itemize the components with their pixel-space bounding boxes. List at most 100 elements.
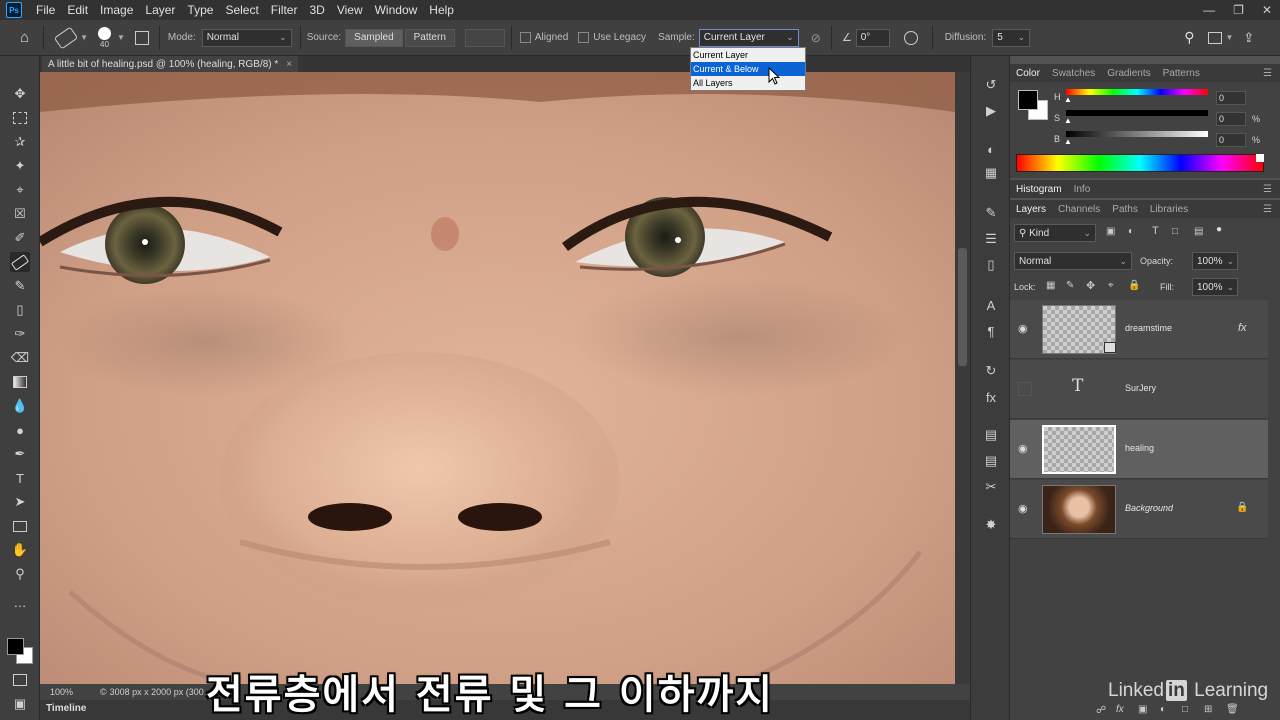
rectangle-tool-icon[interactable] — [10, 516, 30, 536]
notes-icon[interactable]: ▤ — [981, 452, 1001, 470]
frame-tool-icon[interactable]: ☒ — [10, 204, 30, 224]
hue-slider[interactable] — [1066, 89, 1208, 95]
tab-patterns[interactable]: Patterns — [1157, 68, 1206, 79]
share-icon[interactable]: ⇪ — [1243, 30, 1254, 46]
filter-pixel-icon[interactable]: ▣ — [1106, 226, 1115, 237]
brush-tool-icon[interactable]: ✎ — [10, 276, 30, 296]
menu-type[interactable]: Type — [181, 3, 219, 17]
styles-icon[interactable]: ▦ — [981, 164, 1001, 182]
lock-image-icon[interactable]: ✎ — [1066, 280, 1074, 291]
document-size[interactable]: 3008 px x 2000 px (300 — [110, 687, 204, 697]
healing-brush-icon[interactable] — [53, 26, 79, 49]
tab-paths[interactable]: Paths — [1106, 204, 1144, 215]
lasso-tool-icon[interactable]: ✰ — [10, 132, 30, 152]
lock-transparent-icon[interactable]: ▦ — [1046, 280, 1055, 291]
document-canvas[interactable] — [40, 72, 955, 684]
type-tool-icon[interactable]: T — [10, 468, 30, 488]
panel-menu-icon[interactable]: ☰ — [1263, 184, 1272, 195]
sample-select[interactable]: Current Layer ⌄ — [698, 28, 799, 47]
blend-mode-select[interactable]: Normal ⌄ — [1014, 252, 1132, 270]
brightness-slider[interactable] — [1066, 131, 1208, 137]
menu-edit[interactable]: Edit — [61, 3, 94, 17]
tab-gradients[interactable]: Gradients — [1101, 68, 1156, 79]
layer-name[interactable]: Background — [1125, 503, 1173, 513]
tab-swatches[interactable]: Swatches — [1046, 68, 1101, 79]
opacity-input[interactable]: 100% ⌄ — [1192, 252, 1238, 270]
eyedropper-tool-icon[interactable]: ✐ — [10, 228, 30, 248]
saturation-slider[interactable] — [1066, 110, 1208, 116]
scrollbar-thumb[interactable] — [958, 248, 967, 366]
home-icon[interactable]: ⌂ — [20, 29, 29, 46]
ignore-adjustment-layers-icon[interactable]: ⊘ — [811, 31, 821, 45]
lock-position-icon[interactable]: ✥ — [1086, 279, 1095, 292]
tab-libraries[interactable]: Libraries — [1144, 204, 1194, 215]
menu-help[interactable]: Help — [423, 3, 460, 17]
menu-file[interactable]: File — [30, 3, 61, 17]
add-mask-icon[interactable]: ▣ — [1138, 704, 1147, 715]
filter-adjustment-icon[interactable]: ◐ — [1128, 226, 1134, 237]
panel-menu-icon[interactable]: ☰ — [1263, 68, 1272, 79]
pen-tool-icon[interactable]: ✒ — [10, 444, 30, 464]
workspace-icon[interactable] — [1208, 31, 1223, 44]
slider-handle-icon[interactable]: ▲ — [1064, 95, 1072, 104]
layer-name[interactable]: SurJery — [1125, 383, 1156, 393]
clone-source-icon[interactable]: ▯ — [981, 256, 1001, 274]
restore-icon[interactable]: ❐ — [1233, 3, 1244, 17]
close-icon[interactable]: ✕ — [1262, 3, 1272, 17]
tab-channels[interactable]: Channels — [1052, 204, 1106, 215]
close-tab-icon[interactable]: × — [286, 59, 292, 70]
brightness-value[interactable]: 0 — [1216, 133, 1246, 147]
adjustment-layer-icon[interactable]: ◐ — [1160, 704, 1166, 715]
tab-color[interactable]: Color — [1010, 68, 1046, 79]
link-layers-icon[interactable]: ☍ — [1096, 705, 1106, 716]
chevron-down-icon[interactable]: ▼ — [117, 33, 125, 42]
menu-view[interactable]: View — [331, 3, 369, 17]
sampled-button[interactable]: Sampled — [345, 28, 403, 47]
layer-name[interactable]: healing — [1125, 443, 1154, 453]
vertical-scrollbar[interactable] — [955, 72, 970, 684]
foreground-color-swatch[interactable] — [7, 638, 24, 655]
pressure-size-icon[interactable] — [903, 30, 918, 45]
history-brush-tool-icon[interactable]: ✑ — [10, 324, 30, 344]
aligned-checkbox[interactable]: Aligned — [519, 32, 568, 43]
gradient-tool-icon[interactable] — [10, 372, 30, 392]
sample-option-all-layers[interactable]: All Layers — [691, 76, 805, 90]
quick-mask-icon[interactable] — [10, 670, 30, 690]
dodge-tool-icon[interactable]: ● — [10, 420, 30, 440]
color-spectrum[interactable] — [1016, 154, 1264, 172]
libraries-icon[interactable]: ▤ — [981, 426, 1001, 444]
3d-icon[interactable]: ✸ — [981, 516, 1001, 534]
delete-layer-icon[interactable]: 🗑 — [1226, 704, 1239, 715]
saturation-value[interactable]: 0 — [1216, 112, 1246, 126]
quick-selection-tool-icon[interactable]: ✦ — [10, 156, 30, 176]
menu-select[interactable]: Select — [219, 3, 264, 17]
brush-settings-icon[interactable] — [134, 30, 149, 45]
mode-select[interactable]: Normal ⌄ — [201, 28, 292, 47]
chevron-down-icon[interactable]: ▼ — [80, 33, 88, 42]
minimize-icon[interactable]: — — [1203, 3, 1215, 17]
panel-menu-icon[interactable]: ☰ — [1263, 204, 1272, 215]
clone-stamp-tool-icon[interactable]: ▯ — [10, 300, 30, 320]
menu-image[interactable]: Image — [94, 3, 139, 17]
filter-smart-object-icon[interactable]: ▤ — [1194, 226, 1203, 237]
marquee-tool-icon[interactable] — [10, 108, 30, 128]
diffusion-select[interactable]: 5 ⌄ — [992, 28, 1031, 47]
move-tool-icon[interactable]: ✥ — [10, 84, 30, 104]
slider-handle-icon[interactable]: ▲ — [1064, 137, 1072, 146]
menu-filter[interactable]: Filter — [265, 3, 304, 17]
zoom-tool-icon[interactable]: ⚲ — [10, 564, 30, 584]
fill-input[interactable]: 100% ⌄ — [1192, 278, 1238, 296]
new-layer-icon[interactable]: ⊞ — [1204, 704, 1212, 715]
layer-row-healing[interactable]: ◉ healing — [1010, 420, 1268, 479]
layer-styles-icon[interactable]: fx — [981, 388, 1001, 406]
tab-layers[interactable]: Layers — [1010, 204, 1052, 215]
healing-brush-tool-icon[interactable] — [10, 252, 30, 272]
brush-settings-panel-icon[interactable]: ✎ — [981, 204, 1001, 222]
layer-filter-select[interactable]: ⚲ Kind ⌄ — [1014, 224, 1096, 242]
path-selection-tool-icon[interactable]: ➤ — [10, 492, 30, 512]
eye-icon[interactable]: ◉ — [1018, 322, 1032, 336]
history-states-icon[interactable]: ↻ — [981, 362, 1001, 380]
document-tab[interactable]: A little bit of healing.psd @ 100% (heal… — [42, 56, 299, 72]
layer-row-dreamstime[interactable]: ◉ dreamstime fx — [1010, 300, 1268, 359]
color-spectrum-white[interactable] — [1256, 154, 1264, 162]
